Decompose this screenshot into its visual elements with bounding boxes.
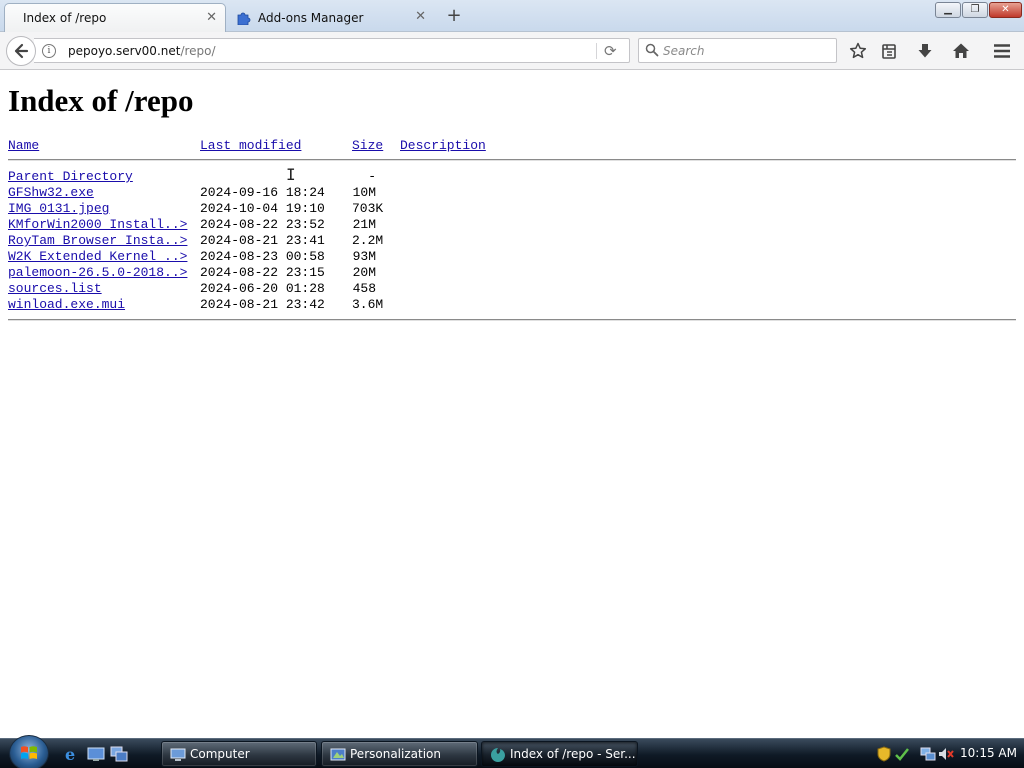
tab-label: Index of /repo [23,11,107,25]
back-button[interactable] [6,36,36,66]
tab-label: Add-ons Manager [258,10,364,25]
url-text[interactable]: pepoyo.serv00.net/repo/ [68,44,216,58]
file-link[interactable]: Parent Directory [8,169,133,184]
bookmark-star-icon[interactable] [848,41,868,61]
file-size: 3.6M [352,297,384,312]
taskbar-item-label: Personalization [350,747,441,761]
switch-windows-icon[interactable] [110,745,128,763]
file-link[interactable]: IMG 0131.jpeg [8,201,109,216]
file-size: 93M [352,249,376,264]
file-link[interactable]: KMforWin2000 Install..> [8,217,187,232]
file-size: 21M [352,217,376,232]
column-header-name[interactable]: Name [8,138,39,153]
taskbar: e Computer Personalization Index of /rep… [0,735,1024,768]
list-item: Parent Directory - [8,169,428,185]
file-link[interactable]: W2K Extended Kernel ..> [8,249,187,264]
puzzle-piece-icon [237,12,251,25]
list-item: IMG 0131.jpeg 2024-10-04 19:10 703K [8,201,428,217]
file-size: - [368,169,376,184]
list-item: winload.exe.mui 2024-08-21 23:42 3.6M [8,297,428,313]
tab-index-of-repo[interactable]: Index of /repo ✕ [4,3,226,32]
home-icon[interactable] [951,41,971,61]
page-title: Index of /repo [8,83,194,118]
column-header-description[interactable]: Description [400,138,486,153]
tab-close-icon[interactable]: ✕ [415,10,426,23]
navigation-toolbar: i pepoyo.serv00.net/repo/ ⟳ [0,32,1024,70]
personalization-icon [330,748,346,761]
checkmark-icon[interactable] [894,746,910,762]
list-item: KMforWin2000 Install..> 2024-08-22 23:52… [8,217,428,233]
page-content: Index of /repo Name Last modified Size D… [0,71,1024,738]
security-shield-icon[interactable] [876,746,892,762]
divider [8,159,1016,161]
browser-app-icon [491,748,505,762]
menu-icon[interactable] [992,41,1012,61]
file-modified: 2024-09-16 18:24 [200,185,325,200]
url-path: /repo/ [180,44,216,58]
reload-icon[interactable]: ⟳ [604,42,617,60]
info-icon[interactable]: i [42,44,56,58]
file-modified: 2024-08-21 23:41 [200,233,325,248]
show-desktop-icon[interactable] [87,745,105,763]
network-icon[interactable] [920,746,936,762]
taskbar-item-personalization[interactable]: Personalization [321,741,478,767]
search-icon [645,43,659,57]
browser-tab-strip: Index of /repo ✕ Add-ons Manager ✕ + ▁ ❐… [0,0,1024,32]
computer-icon [170,748,186,761]
taskbar-item-label: Index of /repo - Ser... [510,747,636,761]
list-item: palemoon-26.5.0-2018..> 2024-08-22 23:15… [8,265,428,281]
file-size: 20M [352,265,376,280]
file-link[interactable]: RoyTam Browser Insta..> [8,233,187,248]
file-link[interactable]: winload.exe.mui [8,297,125,312]
column-header-size[interactable]: Size [352,138,383,153]
minimize-window-button[interactable]: ▁ [935,2,961,18]
text-cursor-icon: I [286,165,296,184]
start-button[interactable] [9,735,49,768]
file-size: 458 [352,281,376,296]
taskbar-item-browser[interactable]: Index of /repo - Ser... [481,741,638,767]
column-header-last-modified[interactable]: Last modified [200,138,301,153]
file-size: 703K [352,201,384,216]
new-tab-plus-icon[interactable]: + [443,5,465,27]
svg-text:e: e [65,745,75,763]
file-link[interactable]: palemoon-26.5.0-2018..> [8,265,187,280]
tab-addons-manager[interactable]: Add-ons Manager ✕ [228,3,434,32]
file-modified: 2024-08-22 23:15 [200,265,325,280]
file-modified: 2024-08-23 00:58 [200,249,325,264]
search-input[interactable] [663,42,831,60]
list-item: GFShw32.exe 2024-09-16 18:24 10M [8,185,428,201]
file-modified: 2024-06-20 01:28 [200,281,325,296]
taskbar-item-label: Computer [190,747,250,761]
maximize-window-button[interactable]: ❐ [962,2,988,18]
file-size: 2.2M [352,233,384,248]
internet-explorer-icon[interactable]: e [63,745,81,763]
file-link[interactable]: sources.list [8,281,102,296]
file-link[interactable]: GFShw32.exe [8,185,94,200]
file-modified: 2024-08-21 23:42 [200,297,325,312]
back-arrow-icon [14,43,29,59]
list-item: sources.list 2024-06-20 01:28 458 [8,281,428,297]
list-item: RoyTam Browser Insta..> 2024-08-21 23:41… [8,233,428,249]
file-size: 10M [352,185,376,200]
volume-muted-icon[interactable] [938,746,954,762]
search-bar[interactable] [638,38,837,63]
file-modified: 2024-08-22 23:52 [200,217,325,232]
url-bar-divider [596,43,597,59]
windows-logo-icon [21,746,37,759]
close-window-button[interactable]: ✕ [989,2,1022,18]
url-host: pepoyo.serv00.net [68,44,181,58]
divider [8,319,1016,321]
list-item: W2K Extended Kernel ..> 2024-08-23 00:58… [8,249,428,265]
clock[interactable]: 10:15 AM [960,746,1017,760]
download-icon[interactable] [915,41,935,61]
file-modified: 2024-10-04 19:10 [200,201,325,216]
tab-close-icon[interactable]: ✕ [206,11,217,24]
library-icon[interactable] [879,41,899,61]
taskbar-item-computer[interactable]: Computer [161,741,317,767]
url-bar[interactable]: i pepoyo.serv00.net/repo/ ⟳ [34,38,630,63]
